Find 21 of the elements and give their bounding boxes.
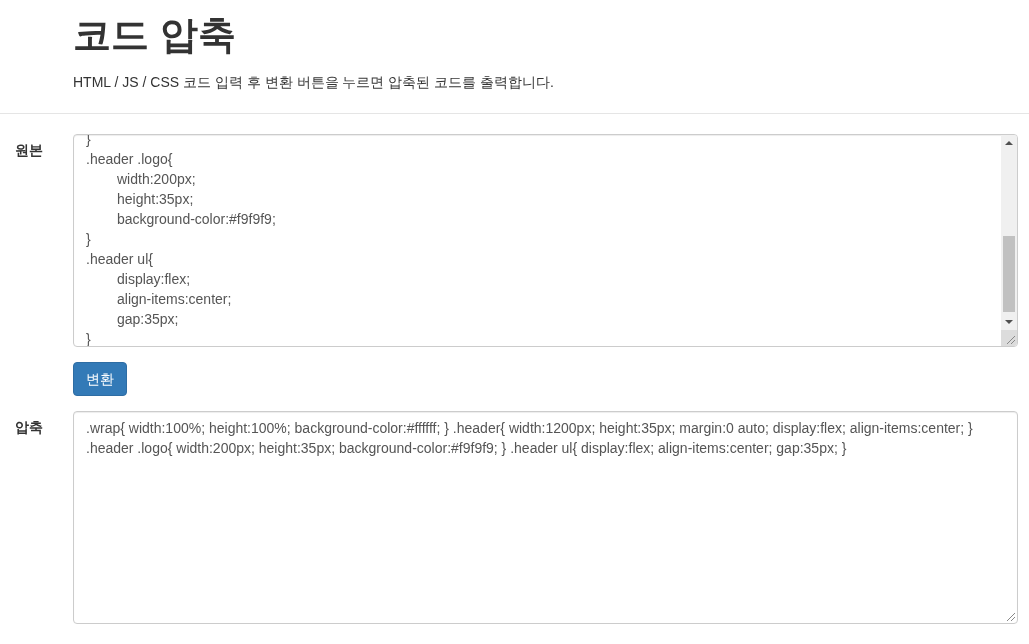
code-line: .header ul{ [86,250,154,269]
code-line: display:flex; [116,270,192,289]
scrollbar[interactable] [1001,135,1017,346]
code-line: background-color:#f9f9f9; [116,210,277,229]
code-line: } [86,330,92,346]
resize-grip-icon[interactable] [1006,612,1016,622]
code-line: .header .logo{ [86,150,174,169]
page-description: HTML / JS / CSS 코드 입력 후 변환 버튼을 누르면 압축된 코드를 출력합니다. [73,73,555,92]
compressed-code: .wrap{ width:100%; height:100%; background-color:#ffffff; } .header{ width:1200px; height:35px; margin:0 auto; display:flex; align-items:center; } .header .logo{ width:200px; height:35px; background-color:#f9f9f9; } .header ul{ display:flex; align-items:center; gap:35px; } [85,419,974,458]
code-line: height:35px; [116,190,195,209]
code-line: } [86,230,92,249]
code-line: gap:35px; [116,310,180,329]
code-line: width:200px; [116,170,197,189]
source-label: 원본 [15,141,44,160]
code-line: align-items:center; [116,290,233,309]
page-title: 코드 압축 [73,13,237,58]
convert-button[interactable]: 변환 [73,362,127,396]
output-textarea[interactable] [73,411,1018,624]
resize-grip-icon[interactable] [1001,330,1017,346]
output-label: 압축 [15,418,44,437]
scrollbar-thumb[interactable] [1003,236,1015,312]
